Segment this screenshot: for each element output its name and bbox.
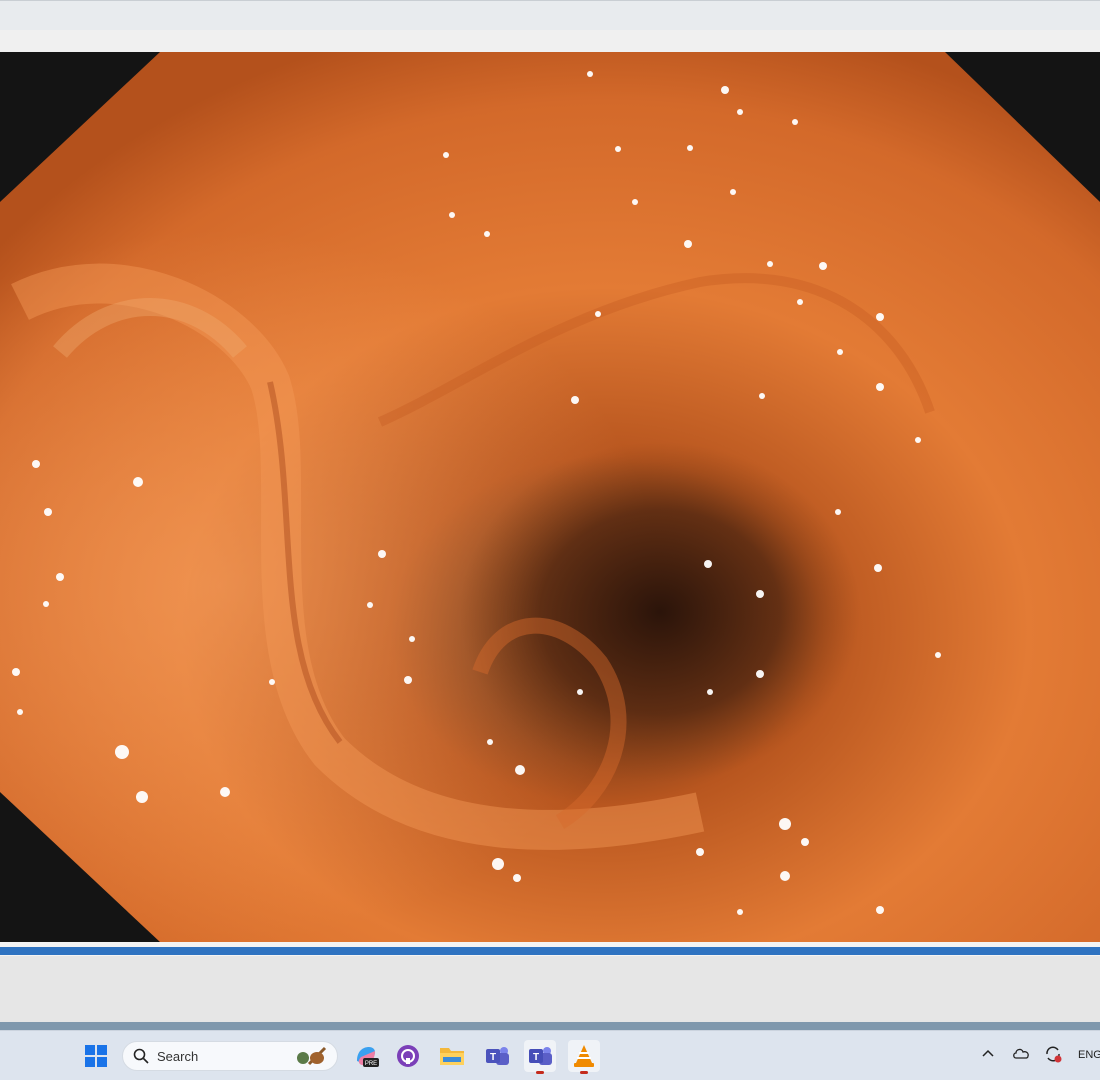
- video-frame[interactable]: [0, 52, 1100, 942]
- start-button[interactable]: [80, 1040, 112, 1072]
- search-box[interactable]: Search: [122, 1041, 338, 1071]
- onedrive-icon[interactable]: [1012, 1047, 1030, 1062]
- window-toolbar: [0, 30, 1100, 52]
- taskbar-app-teams[interactable]: T: [524, 1040, 556, 1074]
- window-title-bar: [0, 0, 1100, 30]
- teams-icon: T: [529, 1047, 552, 1065]
- taskbar-app-teams-classic[interactable]: T: [481, 1040, 513, 1072]
- search-label: Search: [157, 1048, 199, 1064]
- search-icon: [133, 1048, 149, 1064]
- seek-progress: [0, 947, 1100, 955]
- taskbar-app-github-desktop[interactable]: [392, 1040, 424, 1072]
- teams-classic-icon: T: [486, 1047, 509, 1065]
- github-desktop-icon: [397, 1045, 419, 1067]
- seek-bar[interactable]: [0, 942, 1100, 956]
- vlc-icon: [574, 1045, 594, 1067]
- svg-text:T: T: [490, 1052, 496, 1063]
- player-controls-area: [0, 956, 1100, 1022]
- copilot-icon: PRE: [357, 1047, 379, 1067]
- endoscopy-image: [0, 52, 1100, 942]
- taskbar: Search PRE T T ENG: [0, 1030, 1100, 1080]
- sync-icon[interactable]: [1044, 1045, 1062, 1066]
- svg-text:T: T: [533, 1052, 539, 1063]
- taskbar-app-copilot[interactable]: PRE: [350, 1040, 382, 1072]
- taskbar-app-vlc[interactable]: [568, 1040, 600, 1074]
- svg-text:PRE: PRE: [365, 1061, 377, 1067]
- windows-icon: [85, 1045, 107, 1067]
- taskbar-app-file-explorer[interactable]: [436, 1040, 468, 1072]
- desktop-background: [0, 1022, 1100, 1030]
- tray-chevron-up-icon[interactable]: [982, 1047, 994, 1061]
- file-explorer-icon: [440, 1048, 464, 1065]
- search-highlight-icon: [297, 1046, 327, 1066]
- language-indicator[interactable]: ENG: [1078, 1049, 1100, 1061]
